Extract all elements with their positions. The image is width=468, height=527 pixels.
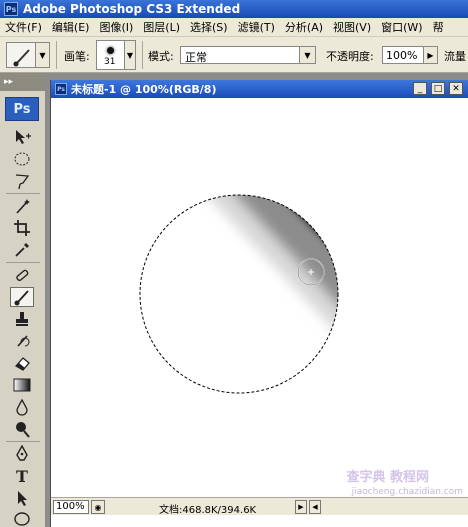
status-menu-button[interactable]: ◉: [91, 500, 105, 514]
brush-label: 画笔:: [64, 50, 90, 63]
brush-size: 31: [104, 57, 116, 67]
eyedropper-tool-icon[interactable]: [10, 240, 34, 260]
menu-help[interactable]: 帮: [428, 19, 449, 35]
chevron-down-icon: ▼: [35, 43, 49, 67]
scroll-left-icon[interactable]: ◀: [309, 500, 321, 514]
separator: [6, 193, 40, 194]
blur-tool-icon[interactable]: [10, 397, 34, 417]
chevron-right-icon: ▶: [423, 47, 437, 63]
dodge-tool-icon[interactable]: [10, 419, 34, 439]
status-bar: 100% ◉ 文档:468.8K/394.6K ▶ ◀: [51, 497, 468, 516]
pen-tool-icon[interactable]: [10, 444, 34, 464]
clone-stamp-tool-icon[interactable]: [10, 309, 34, 329]
ps-logo[interactable]: Ps: [5, 97, 39, 121]
document-title: 未标题-1 @ 100%(RGB/8): [71, 83, 217, 96]
canvas-artwork[interactable]: [51, 98, 468, 497]
menu-select[interactable]: 选择(S): [185, 19, 233, 35]
options-bar: ▼ 画笔: 31 ▼ 模式: 正常 ▼ 不透明度: 100% ▶ 流量: [0, 37, 468, 73]
separator: [142, 41, 143, 69]
ps-app-icon: Ps: [4, 2, 18, 16]
canvas[interactable]: 查字典 教程网 jiaocheng.chazidian.com: [51, 98, 468, 497]
lasso-tool-icon[interactable]: [10, 171, 34, 191]
brush-icon: [13, 49, 30, 67]
menu-view[interactable]: 视图(V): [328, 19, 376, 35]
chevron-down-icon: ▼: [299, 47, 315, 63]
maximize-button[interactable]: □: [431, 82, 445, 95]
mode-label: 模式:: [148, 50, 174, 63]
opacity-field[interactable]: 100% ▶: [382, 46, 438, 64]
opacity-value: 100%: [386, 49, 418, 62]
toolbox-grip[interactable]: ▸▸: [0, 73, 45, 91]
brush-tool-icon[interactable]: [10, 287, 34, 307]
menu-window[interactable]: 窗口(W): [376, 19, 427, 35]
brush-picker[interactable]: 31 ▼: [96, 40, 136, 70]
shape-tool-icon[interactable]: [10, 508, 34, 527]
scroll-right-icon[interactable]: ▶: [295, 500, 307, 514]
mode-value: 正常: [185, 51, 207, 64]
magic-wand-tool-icon[interactable]: [10, 196, 34, 216]
document-titlebar[interactable]: Ps 未标题-1 @ 100%(RGB/8): [51, 80, 468, 98]
chevron-down-icon: ▼: [124, 41, 135, 69]
document-window: Ps 未标题-1 @ 100%(RGB/8) _ □ ✕ 查字典 教程网 jia…: [50, 80, 468, 527]
menu-bar: 文件(F) 编辑(E) 图像(I) 图层(L) 选择(S) 滤镜(T) 分析(A…: [0, 18, 468, 37]
history-brush-tool-icon[interactable]: [10, 331, 34, 351]
document-info: 文档:468.8K/394.6K: [159, 505, 257, 516]
menu-analysis[interactable]: 分析(A): [280, 19, 328, 35]
watermark-text: 查字典 教程网: [346, 470, 429, 485]
healing-tool-icon[interactable]: [10, 265, 34, 285]
path-selection-tool-icon[interactable]: [10, 488, 34, 508]
separator: [56, 41, 57, 69]
marquee-tool-icon[interactable]: [10, 149, 34, 169]
separator: [6, 262, 40, 263]
mode-select[interactable]: 正常 ▼: [180, 46, 316, 64]
app-title: Adobe Photoshop CS3 Extended: [23, 2, 241, 16]
menu-file[interactable]: 文件(F): [0, 19, 47, 35]
toolbox: ▸▸ Ps T: [0, 73, 46, 527]
app-titlebar: Ps Adobe Photoshop CS3 Extended: [0, 0, 468, 18]
ps-doc-icon: Ps: [55, 83, 67, 95]
menu-filter[interactable]: 滤镜(T): [233, 19, 280, 35]
flow-label: 流量: [444, 50, 466, 63]
opacity-label: 不透明度:: [326, 50, 374, 63]
menu-image[interactable]: 图像(I): [94, 19, 138, 35]
zoom-field[interactable]: 100%: [53, 500, 89, 514]
menu-layer[interactable]: 图层(L): [138, 19, 185, 35]
close-button[interactable]: ✕: [449, 82, 463, 95]
watermark-url: jiaocheng.chazidian.com: [351, 487, 463, 497]
tool-preset-picker[interactable]: ▼: [6, 42, 50, 68]
eraser-tool-icon[interactable]: [10, 353, 34, 373]
menu-edit[interactable]: 编辑(E): [47, 19, 95, 35]
move-tool-icon[interactable]: [10, 127, 34, 147]
crop-tool-icon[interactable]: [10, 218, 34, 238]
minimize-button[interactable]: _: [413, 82, 427, 95]
gradient-tool-icon[interactable]: [10, 375, 34, 395]
brush-tip-preview: [107, 47, 114, 54]
separator: [6, 441, 40, 442]
type-tool-icon[interactable]: T: [10, 466, 34, 486]
